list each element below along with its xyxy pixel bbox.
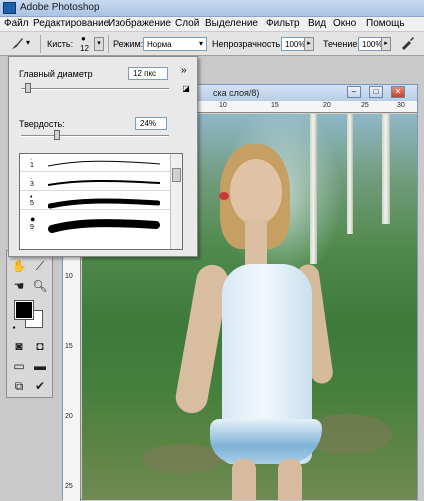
ruler-left-label: 25: [65, 483, 73, 490]
opacity-input[interactable]: 100%: [281, 37, 305, 51]
maximize-button[interactable]: □: [369, 86, 383, 98]
close-button[interactable]: ✕: [391, 86, 405, 98]
mode-label: Режим:: [113, 39, 144, 49]
brush-picker-button[interactable]: ▾: [94, 37, 104, 51]
app-titlebar: Adobe Photoshop: [0, 0, 424, 17]
diameter-value: 12 пкс: [133, 69, 157, 78]
check-icon[interactable]: ✔: [31, 377, 49, 395]
preset-number: 1: [30, 162, 34, 169]
brush-presets-list: · 1 · 3 • 5 ● 9: [19, 153, 183, 250]
diameter-slider-thumb[interactable]: [25, 83, 32, 93]
panel-menu-icon[interactable]: »: [181, 65, 187, 76]
ruler-top-label: 25: [361, 102, 369, 109]
foreground-color-swatch[interactable]: [14, 300, 34, 320]
hardness-label: Твердость:: [19, 119, 65, 129]
eyedropper-tool-icon[interactable]: ⟋: [31, 257, 49, 275]
app-title: Adobe Photoshop: [20, 2, 100, 13]
diameter-slider[interactable]: [21, 88, 169, 90]
ruler-left-label: 10: [65, 273, 73, 280]
brush-tool-icon[interactable]: [8, 35, 26, 53]
menu-help[interactable]: Помощь: [366, 18, 405, 29]
hand-tool-icon[interactable]: ✋: [10, 257, 28, 275]
jump-to-imageready-icon[interactable]: ⧉: [10, 377, 28, 395]
options-bar: ▾ Кисть: ● 12 ▾ Режим: Норма ▾ Непрозрач…: [0, 32, 424, 56]
ruler-left-label: 15: [65, 343, 73, 350]
document-title: ска слоя/8): [213, 88, 260, 98]
menu-window[interactable]: Окно: [333, 18, 356, 29]
brush-size-readout: 12: [80, 44, 89, 53]
default-colors-icon[interactable]: ▪: [9, 323, 19, 333]
menu-select[interactable]: Выделение: [205, 18, 258, 29]
standard-mode-icon[interactable]: ◙: [10, 337, 28, 355]
opacity-label: Непрозрачность:: [212, 39, 283, 49]
brush-preset-row[interactable]: · 3: [20, 173, 170, 191]
preset-number: 9: [30, 224, 34, 231]
flow-input[interactable]: 100%: [358, 37, 382, 51]
diameter-label: Главный диаметр: [19, 69, 93, 79]
flow-value: 100%: [362, 40, 383, 49]
reset-size-icon[interactable]: ◪: [181, 84, 191, 94]
preset-number: 5: [30, 200, 34, 207]
brush-preset-picker: Главный диаметр 12 пкс » ◪ Твердость: 24…: [8, 56, 198, 257]
ruler-top-label: 15: [271, 102, 279, 109]
tool-preset-chevron-icon[interactable]: ▾: [26, 38, 30, 47]
hardness-value: 24%: [140, 119, 157, 128]
menu-bar: Файл Редактирование Изображение Слой Выд…: [0, 17, 424, 32]
hardness-input[interactable]: 24%: [135, 117, 167, 130]
menu-filter[interactable]: Фильтр: [266, 18, 300, 29]
hardness-slider-thumb[interactable]: [53, 130, 60, 140]
screen-mode-icon[interactable]: ▭: [10, 357, 28, 375]
ruler-left-label: 20: [65, 413, 73, 420]
flow-slider-button[interactable]: ▸: [381, 37, 391, 51]
full-screen-icon[interactable]: ▬: [31, 357, 49, 375]
mode-select[interactable]: Норма ▾: [143, 37, 207, 51]
brush-preset-row[interactable]: ● 9: [20, 212, 170, 234]
menu-image[interactable]: Изображение: [108, 18, 171, 29]
opacity-slider-button[interactable]: ▸: [304, 37, 314, 51]
ruler-top-label: 30: [397, 102, 405, 109]
brush-label: Кисть:: [47, 39, 74, 49]
preset-number: 3: [30, 181, 34, 188]
mode-chevron-down-icon: ▾: [198, 39, 203, 48]
zoom-tool-icon[interactable]: 🔍︎: [31, 277, 49, 295]
brush-preset-row[interactable]: • 5: [20, 192, 170, 210]
mode-value: Норма: [147, 40, 172, 49]
brush-preset-row[interactable]: · 1: [20, 154, 170, 172]
pan-tool-icon[interactable]: ☚: [10, 277, 28, 295]
diameter-input[interactable]: 12 пкс: [128, 67, 168, 80]
flow-label: Течение:: [323, 39, 360, 49]
minimize-button[interactable]: –: [347, 86, 361, 98]
menu-view[interactable]: Вид: [308, 18, 326, 29]
quick-mask-icon[interactable]: ◘: [31, 337, 49, 355]
brush-tip-dot-icon: ●: [81, 34, 86, 43]
opacity-value: 100%: [285, 40, 306, 49]
ruler-top-label: 20: [323, 102, 331, 109]
menu-layer[interactable]: Слой: [175, 18, 199, 29]
photoshop-logo-icon: [3, 2, 16, 14]
menu-edit[interactable]: Редактирование: [33, 18, 109, 29]
airbrush-icon[interactable]: [399, 35, 417, 53]
menu-file[interactable]: Файл: [4, 18, 29, 29]
presets-scroll-thumb[interactable]: [172, 168, 181, 182]
ruler-top-label: 10: [219, 102, 227, 109]
hardness-slider[interactable]: [21, 135, 169, 137]
toolbox: ✋ ⟋ ☚ 🔍︎ ▪ ◙ ◘ ▭ ▬ ⧉ ✔: [6, 250, 53, 398]
presets-scrollbar[interactable]: [170, 154, 182, 249]
